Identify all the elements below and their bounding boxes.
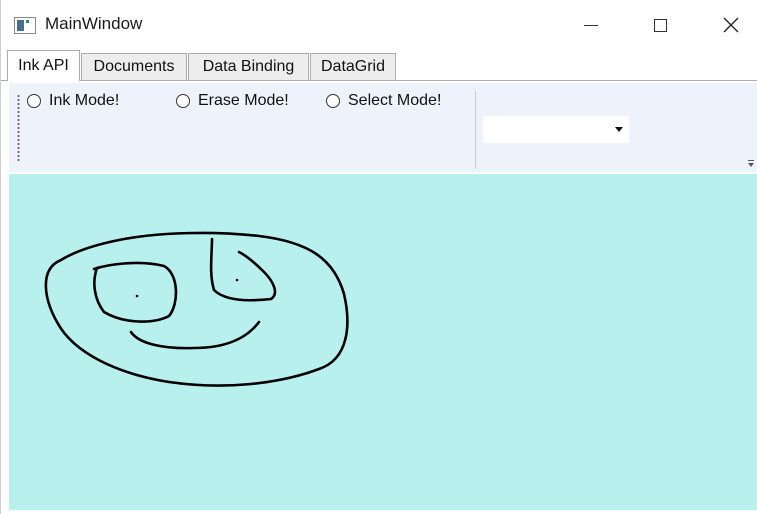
tab-label: Data Binding [202,58,295,75]
overflow-icon [748,163,754,167]
erase-mode-label: Erase Mode! [198,92,289,109]
face-outline-stroke [44,231,349,387]
right-pupil-dot [235,278,239,282]
minimize-icon [584,24,598,26]
tab-label: DataGrid [320,58,386,75]
window-title: MainWindow [45,14,143,33]
maximize-button[interactable] [637,6,683,44]
title-bar[interactable]: MainWindow [1,0,757,50]
left-eye-stroke [92,261,178,323]
toolbar-overflow-button[interactable] [746,159,756,169]
radio-circle-icon [326,94,340,108]
mouth-stroke [129,320,261,350]
close-button[interactable] [708,6,754,44]
main-window: MainWindow Ink API Documents Data Bindin… [0,0,757,514]
erase-mode-radio[interactable]: Erase Mode! [176,92,289,110]
chevron-down-icon [615,127,623,132]
ink-strokes [44,231,349,387]
tab-label: Documents [93,58,175,75]
maximize-icon [653,18,667,32]
select-mode-label: Select Mode! [348,92,442,109]
color-combobox[interactable] [483,116,629,143]
tab-datagrid[interactable]: DataGrid [310,53,396,80]
tab-documents[interactable]: Documents [81,53,187,80]
left-pupil-dot [135,294,139,298]
radio-circle-icon [176,94,190,108]
ink-canvas[interactable] [9,174,757,510]
tab-data-binding[interactable]: Data Binding [188,53,309,80]
tab-ink-api[interactable]: Ink API [7,50,80,81]
toolbar-separator [475,91,476,169]
close-icon [723,17,739,33]
tab-label: Ink API [18,57,69,74]
toolbar-grip-handle[interactable] [17,94,20,162]
ink-mode-label: Ink Mode! [49,92,120,109]
tab-strip: Ink API Documents Data Binding DataGrid [1,50,757,82]
ink-toolbar: Ink Mode! Erase Mode! Select Mode! [9,83,757,172]
radio-circle-icon [27,94,41,108]
right-eye-stroke [209,237,277,302]
select-mode-radio[interactable]: Select Mode! [326,92,441,110]
ink-mode-radio[interactable]: Ink Mode! [27,92,119,110]
app-icon [14,17,36,34]
minimize-button[interactable] [568,6,614,44]
